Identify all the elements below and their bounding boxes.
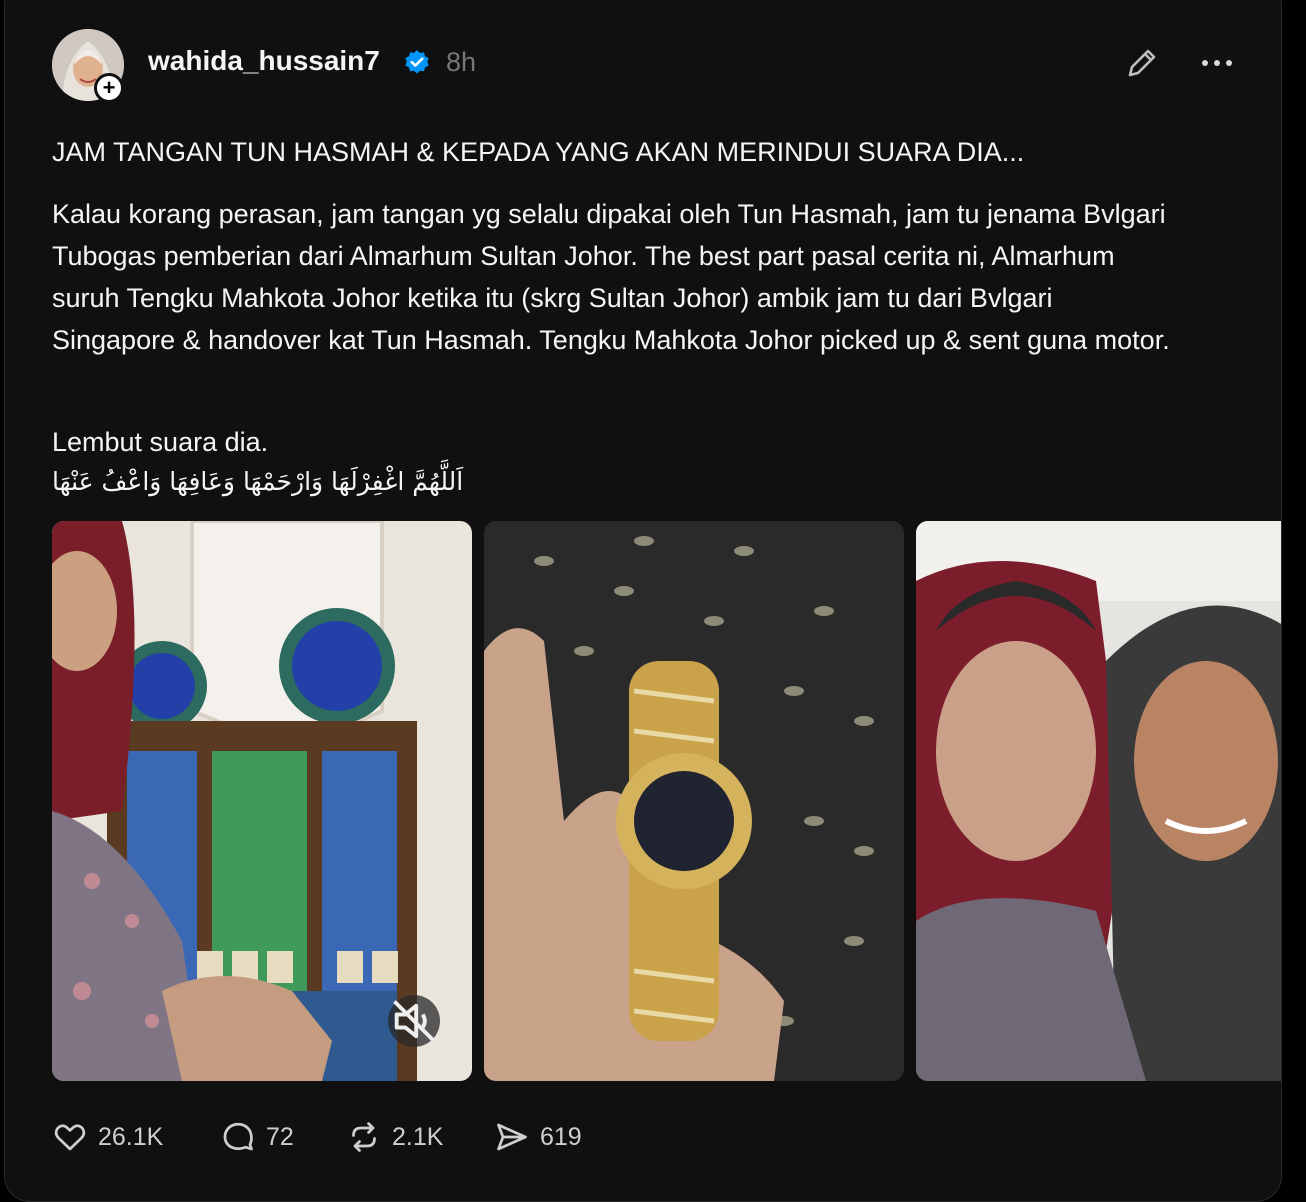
post-title: JAM TANGAN TUN HASMAH & KEPADA YANG AKAN… — [52, 137, 1025, 167]
reply-count: 72 — [266, 1122, 294, 1151]
reply-button[interactable]: 72 — [220, 1119, 294, 1155]
repost-icon — [352, 1122, 376, 1152]
comment-icon — [223, 1122, 253, 1151]
follow-plus-icon[interactable]: + — [94, 73, 124, 103]
action-bar: 26.1K 72 2.1K 619 — [52, 1119, 752, 1163]
pencil-icon[interactable] — [1122, 43, 1162, 83]
like-button[interactable]: 26.1K — [52, 1119, 163, 1155]
speaker-muted-icon[interactable] — [388, 995, 440, 1047]
verified-badge-icon — [405, 50, 429, 74]
post-body: Kalau korang perasan, jam tangan yg sela… — [52, 199, 1170, 355]
repost-count: 2.1K — [392, 1122, 444, 1151]
media-carousel[interactable] — [52, 521, 1281, 1081]
post-card: + wahida_hussain7 8h JAM TANGAN TUN HASM… — [4, 0, 1282, 1202]
send-icon — [497, 1123, 527, 1151]
repost-button[interactable]: 2.1K — [346, 1119, 443, 1155]
post-line: Lembut suara dia. — [52, 427, 269, 457]
post-prayer: اَللَّهُمَّ اغْفِرْلَهَا وَارْحَمْهَا وَ… — [52, 467, 464, 496]
share-count: 619 — [540, 1122, 582, 1151]
username[interactable]: wahida_hussain7 — [148, 45, 380, 77]
share-button[interactable]: 619 — [494, 1119, 582, 1155]
media-image-selfie[interactable] — [916, 521, 1281, 1081]
media-image-watch[interactable] — [484, 521, 904, 1081]
more-horizontal-icon[interactable] — [1192, 43, 1242, 83]
media-video[interactable] — [52, 521, 472, 1081]
like-count: 26.1K — [98, 1122, 164, 1151]
heart-icon — [54, 1124, 86, 1151]
post-time: 8h — [446, 47, 477, 77]
post-header: + wahida_hussain7 8h — [52, 29, 1241, 109]
